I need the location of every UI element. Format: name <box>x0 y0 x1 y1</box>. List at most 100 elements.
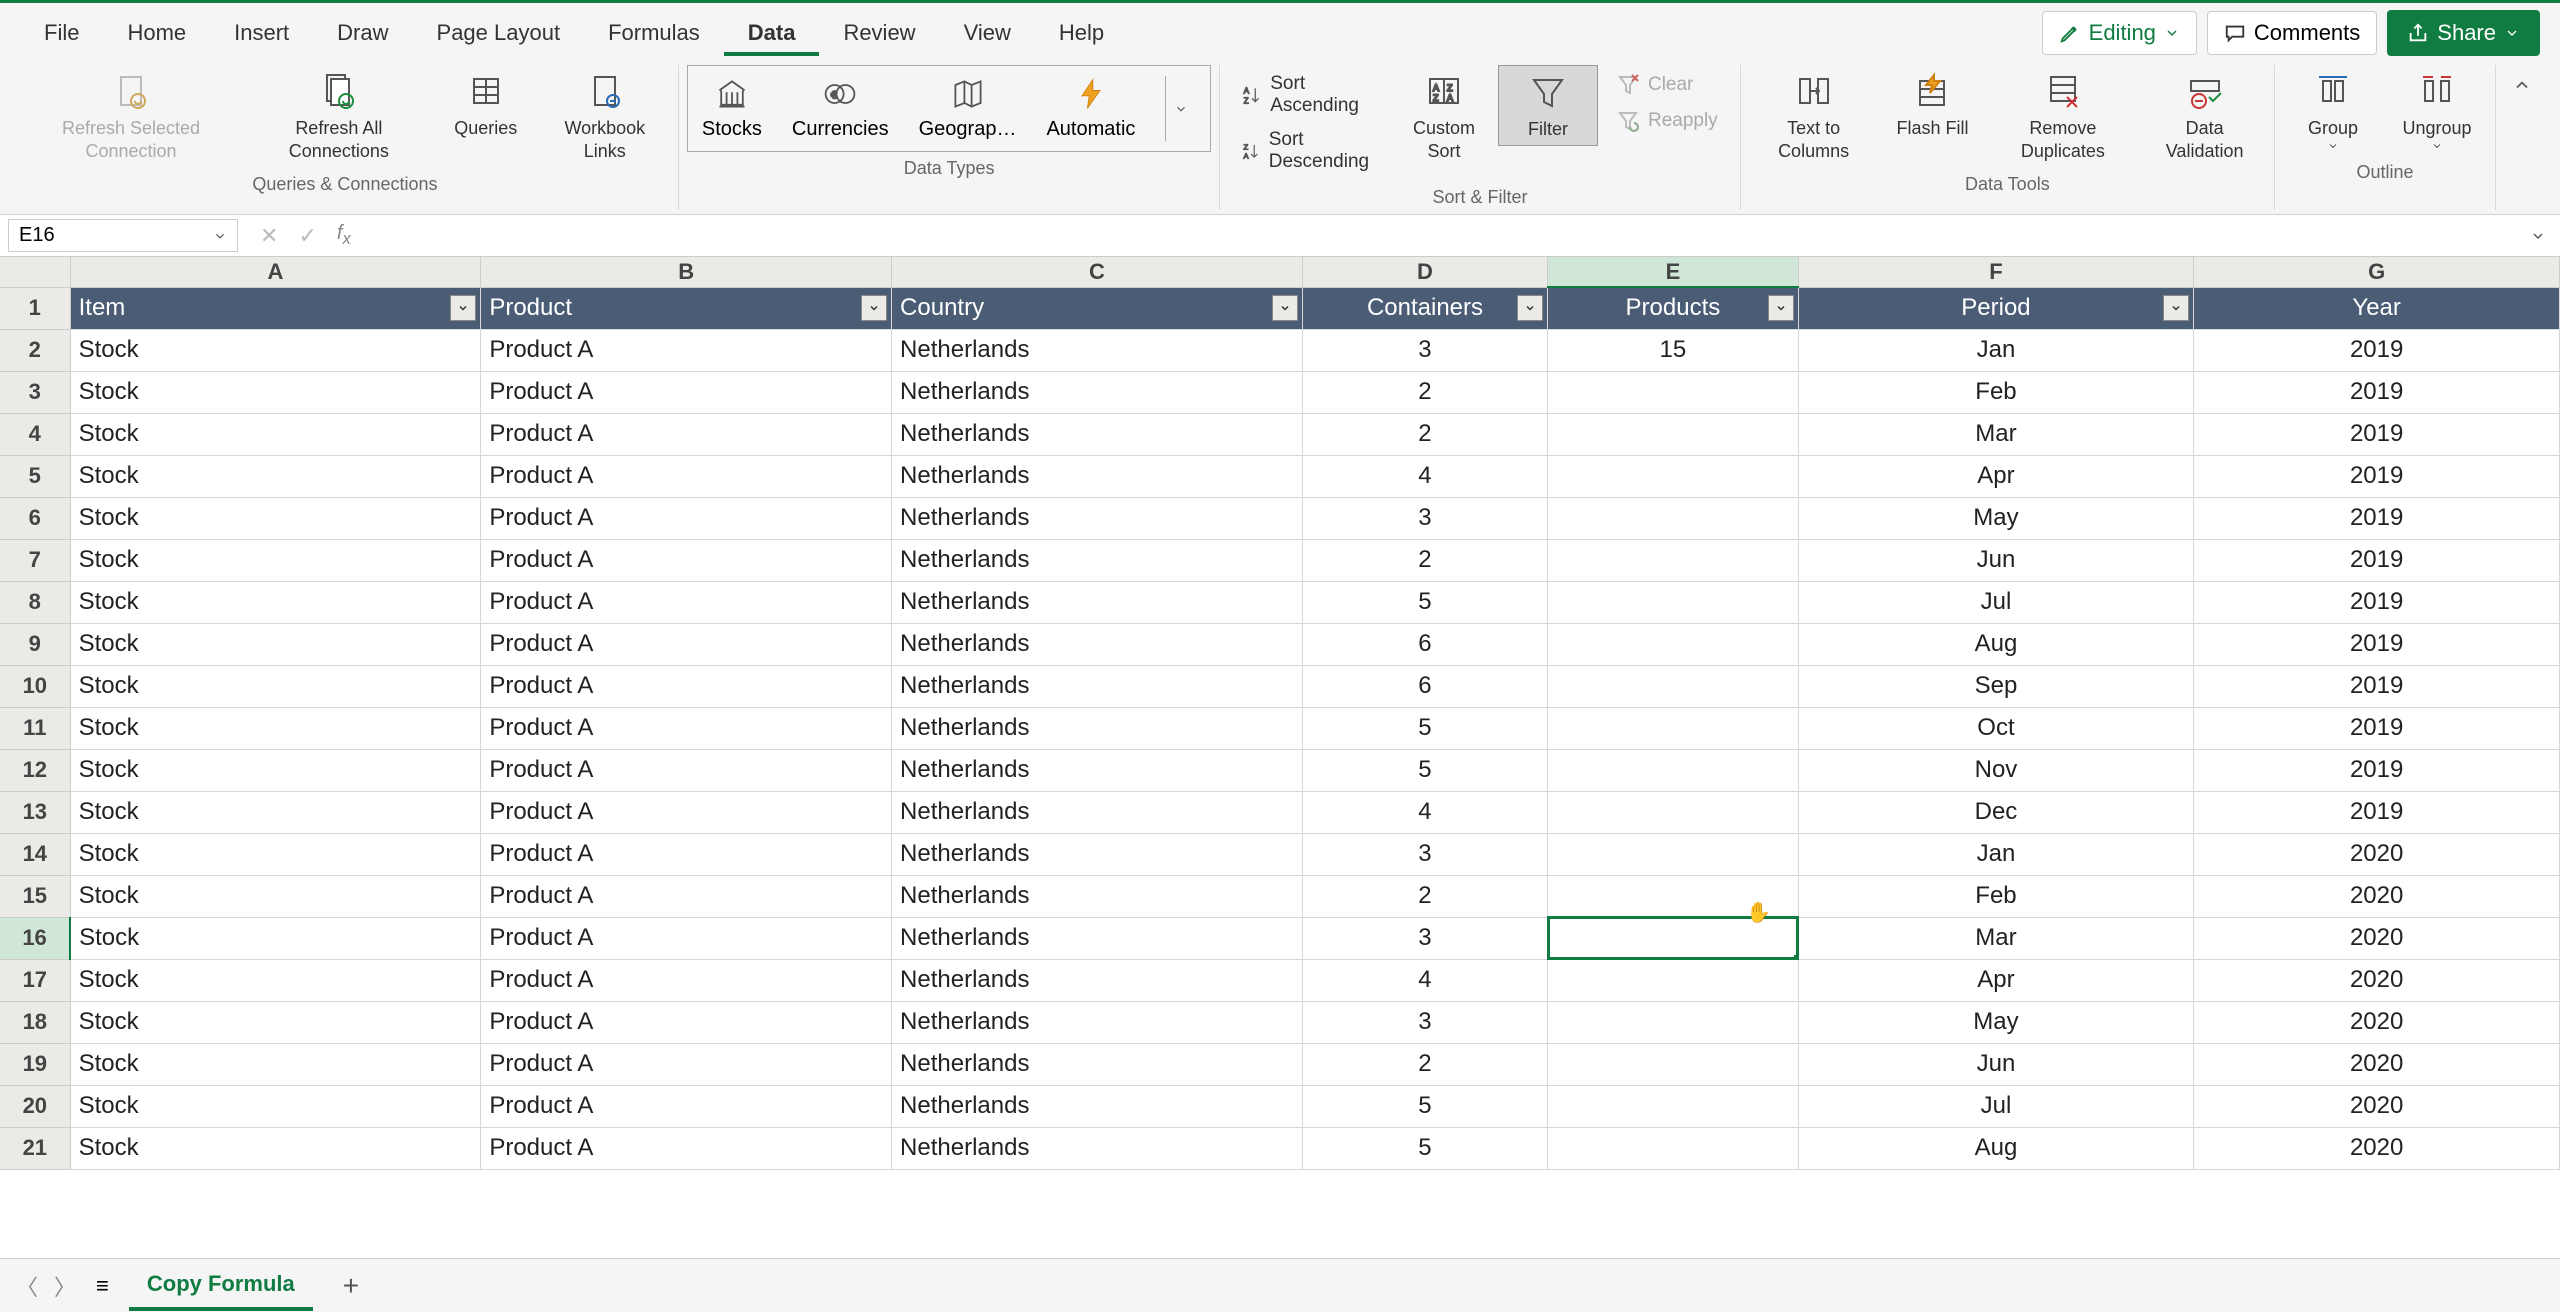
cell-G3[interactable]: 2019 <box>2194 371 2560 413</box>
automatic-type-button[interactable]: Automatic <box>1046 76 1135 141</box>
cell-F12[interactable]: Nov <box>1798 749 2194 791</box>
cell-A19[interactable]: Stock <box>70 1043 481 1085</box>
cell-D4[interactable]: 2 <box>1302 413 1547 455</box>
cell-C20[interactable]: Netherlands <box>892 1085 1303 1127</box>
sort-asc-button[interactable]: AZ Sort Ascending <box>1232 69 1386 121</box>
row-header-21[interactable]: 21 <box>0 1127 70 1169</box>
cell-G10[interactable]: 2019 <box>2194 665 2560 707</box>
cell-B15[interactable]: Product A <box>481 875 892 917</box>
cell-B6[interactable]: Product A <box>481 497 892 539</box>
cell-C11[interactable]: Netherlands <box>892 707 1303 749</box>
row-header-12[interactable]: 12 <box>0 749 70 791</box>
cell-F16[interactable]: Mar <box>1798 917 2194 959</box>
enter-formula-icon[interactable]: ✓ <box>298 223 316 249</box>
row-header-5[interactable]: 5 <box>0 455 70 497</box>
menu-page-layout[interactable]: Page Layout <box>413 10 585 56</box>
cell-A21[interactable]: Stock <box>70 1127 481 1169</box>
cell-E19[interactable] <box>1548 1043 1798 1085</box>
cell-F20[interactable]: Jul <box>1798 1085 2194 1127</box>
cell-B13[interactable]: Product A <box>481 791 892 833</box>
text-to-columns-button[interactable]: Text to Columns <box>1749 65 1879 168</box>
sheet-prev-button[interactable]: 〈 <box>16 1270 38 1302</box>
cell-G7[interactable]: 2019 <box>2194 539 2560 581</box>
cell-C7[interactable]: Netherlands <box>892 539 1303 581</box>
menu-view[interactable]: View <box>940 10 1035 56</box>
menu-help[interactable]: Help <box>1035 10 1128 56</box>
cell-E16[interactable] <box>1548 917 1798 959</box>
column-header-A[interactable]: A <box>70 257 481 287</box>
cell-A13[interactable]: Stock <box>70 791 481 833</box>
filter-dropdown-country[interactable] <box>1272 295 1298 321</box>
cell-D14[interactable]: 3 <box>1302 833 1547 875</box>
row-header-11[interactable]: 11 <box>0 707 70 749</box>
row-header-4[interactable]: 4 <box>0 413 70 455</box>
cell-E12[interactable] <box>1548 749 1798 791</box>
table-header-products[interactable]: Products <box>1548 287 1798 329</box>
cell-A12[interactable]: Stock <box>70 749 481 791</box>
cell-G19[interactable]: 2020 <box>2194 1043 2560 1085</box>
cell-E13[interactable] <box>1548 791 1798 833</box>
cell-F7[interactable]: Jun <box>1798 539 2194 581</box>
column-header-F[interactable]: F <box>1798 257 2194 287</box>
group-button[interactable]: Group <box>2283 65 2383 156</box>
cell-D8[interactable]: 5 <box>1302 581 1547 623</box>
cell-G18[interactable]: 2020 <box>2194 1001 2560 1043</box>
cell-B2[interactable]: Product A <box>481 329 892 371</box>
formula-input[interactable] <box>365 220 2516 251</box>
cell-G6[interactable]: 2019 <box>2194 497 2560 539</box>
filter-button[interactable]: Filter <box>1498 65 1598 146</box>
cell-A5[interactable]: Stock <box>70 455 481 497</box>
table-header-year[interactable]: Year <box>2194 287 2560 329</box>
filter-dropdown-product[interactable] <box>861 295 887 321</box>
select-all-cell[interactable] <box>0 257 70 287</box>
cell-D15[interactable]: 2 <box>1302 875 1547 917</box>
add-sheet-button[interactable]: + <box>333 1270 369 1302</box>
cell-D7[interactable]: 2 <box>1302 539 1547 581</box>
filter-dropdown-period[interactable] <box>2163 295 2189 321</box>
cell-D6[interactable]: 3 <box>1302 497 1547 539</box>
row-header-3[interactable]: 3 <box>0 371 70 413</box>
cell-C13[interactable]: Netherlands <box>892 791 1303 833</box>
cell-C21[interactable]: Netherlands <box>892 1127 1303 1169</box>
row-header-15[interactable]: 15 <box>0 875 70 917</box>
cell-C4[interactable]: Netherlands <box>892 413 1303 455</box>
cell-A9[interactable]: Stock <box>70 623 481 665</box>
cell-F5[interactable]: Apr <box>1798 455 2194 497</box>
cell-A14[interactable]: Stock <box>70 833 481 875</box>
ribbon-collapse-button[interactable] <box>2496 65 2548 210</box>
cell-E4[interactable] <box>1548 413 1798 455</box>
cell-C9[interactable]: Netherlands <box>892 623 1303 665</box>
cell-A4[interactable]: Stock <box>70 413 481 455</box>
custom-sort-button[interactable]: AZZA Custom Sort <box>1394 65 1494 168</box>
table-header-period[interactable]: Period <box>1798 287 2194 329</box>
cell-D12[interactable]: 5 <box>1302 749 1547 791</box>
data-validation-button[interactable]: Data Validation <box>2143 65 2266 168</box>
cell-C18[interactable]: Netherlands <box>892 1001 1303 1043</box>
row-header-16[interactable]: 16 <box>0 917 70 959</box>
cell-E7[interactable] <box>1548 539 1798 581</box>
cell-F19[interactable]: Jun <box>1798 1043 2194 1085</box>
cell-D2[interactable]: 3 <box>1302 329 1547 371</box>
row-header-18[interactable]: 18 <box>0 1001 70 1043</box>
cell-A17[interactable]: Stock <box>70 959 481 1001</box>
cell-F17[interactable]: Apr <box>1798 959 2194 1001</box>
cell-F4[interactable]: Mar <box>1798 413 2194 455</box>
cell-F14[interactable]: Jan <box>1798 833 2194 875</box>
cell-C10[interactable]: Netherlands <box>892 665 1303 707</box>
workbook-links-button[interactable]: Workbook Links <box>540 65 670 168</box>
currencies-type-button[interactable]: € Currencies <box>792 76 889 141</box>
remove-duplicates-button[interactable]: Remove Duplicates <box>1986 65 2139 168</box>
cell-F11[interactable]: Oct <box>1798 707 2194 749</box>
row-header-9[interactable]: 9 <box>0 623 70 665</box>
cell-C2[interactable]: Netherlands <box>892 329 1303 371</box>
cell-G13[interactable]: 2019 <box>2194 791 2560 833</box>
cell-C6[interactable]: Netherlands <box>892 497 1303 539</box>
cell-E5[interactable] <box>1548 455 1798 497</box>
comments-button[interactable]: Comments <box>2207 11 2377 55</box>
queries-button[interactable]: Queries <box>436 65 536 144</box>
cell-E15[interactable] <box>1548 875 1798 917</box>
cell-D19[interactable]: 2 <box>1302 1043 1547 1085</box>
ungroup-button[interactable]: Ungroup <box>2387 65 2487 156</box>
cell-B16[interactable]: Product A <box>481 917 892 959</box>
cell-D9[interactable]: 6 <box>1302 623 1547 665</box>
